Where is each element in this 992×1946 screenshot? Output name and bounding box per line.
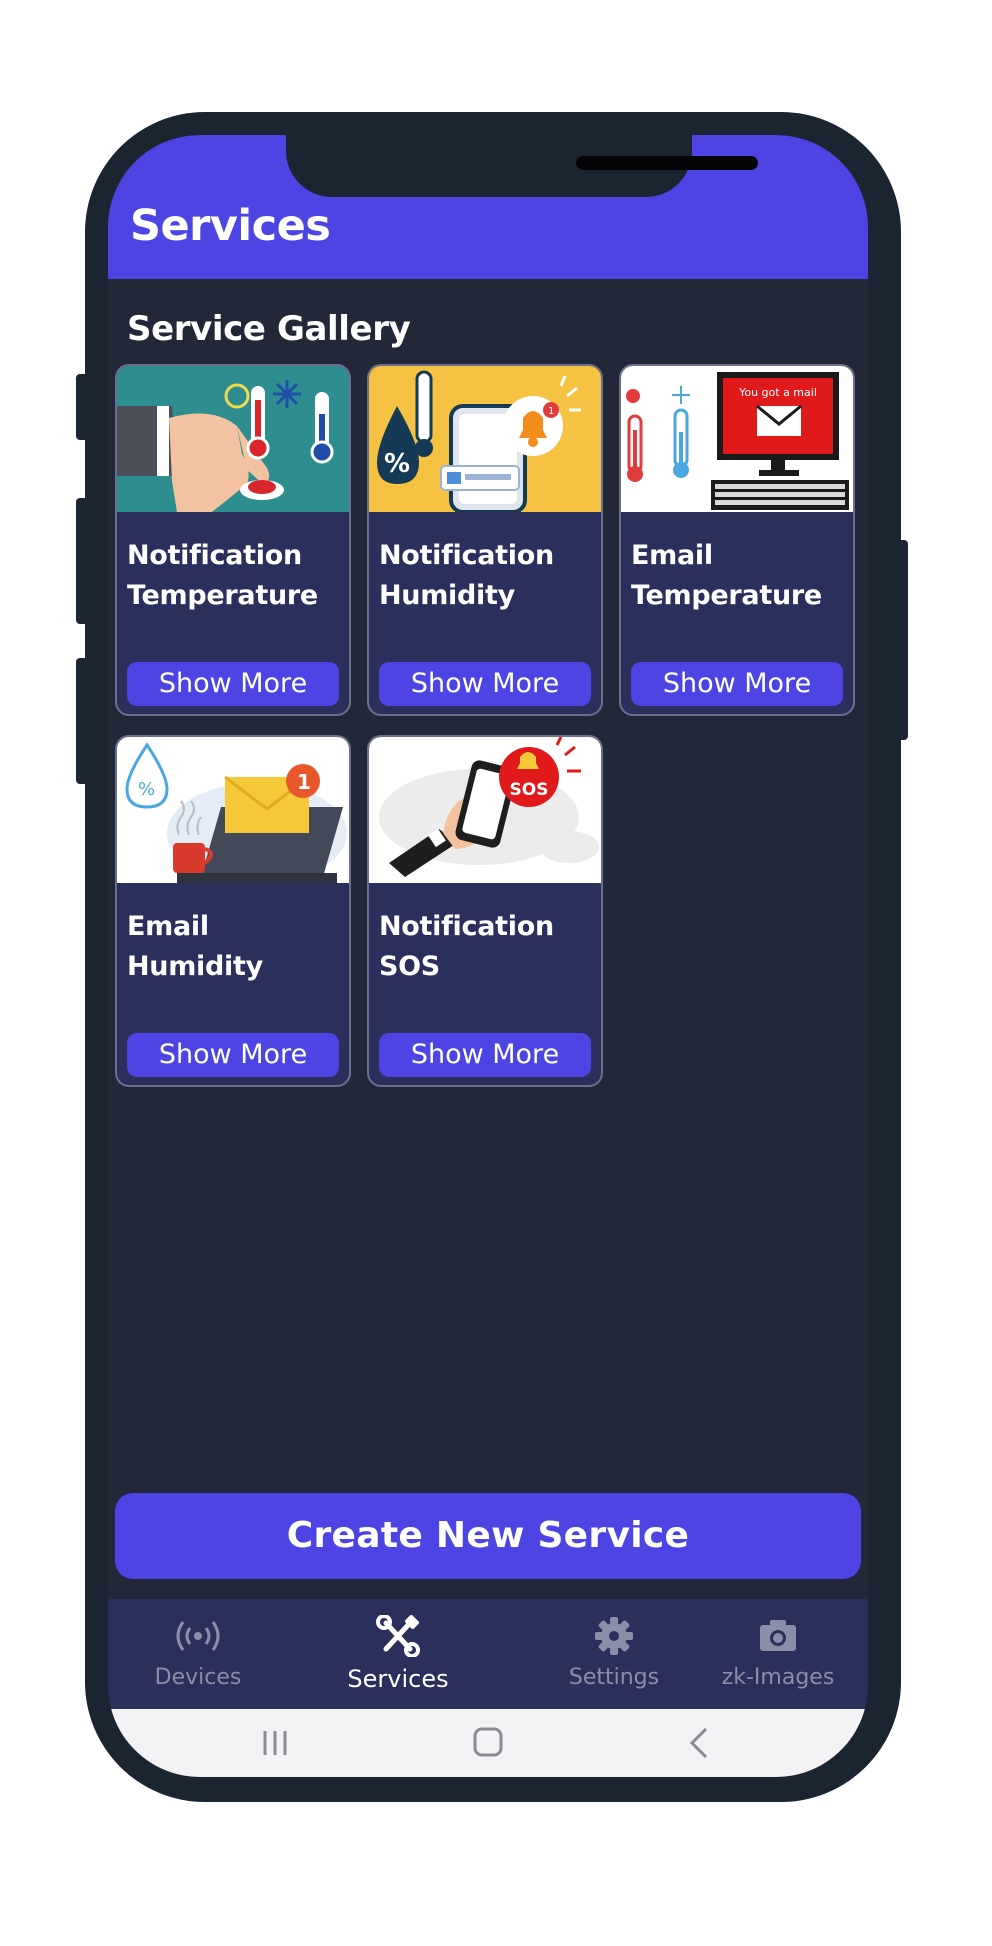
card-image-email-temperature: You got a mail [621, 366, 853, 512]
nav-item-services[interactable]: Services [308, 1599, 488, 1709]
volume-up-button [76, 498, 90, 624]
service-card-email-temperature[interactable]: You got a mail Email Temperature Show Mo… [619, 364, 855, 716]
volume-down-button [76, 658, 90, 784]
gear-icon [595, 1617, 633, 1655]
show-more-button[interactable]: Show More [127, 1033, 339, 1077]
system-navigation-bar [108, 1709, 868, 1777]
service-card-email-humidity[interactable]: % 1 Email Humidity Show More [115, 735, 351, 1087]
card-image-notification-humidity: % 1 [369, 366, 601, 512]
card-title: Email Temperature [631, 540, 822, 611]
nav-label: Services [347, 1665, 449, 1693]
show-more-button[interactable]: Show More [631, 662, 843, 706]
create-new-service-button[interactable]: Create New Service [115, 1493, 861, 1579]
bottom-navigation: Devices Services Settings zk-Images [108, 1599, 868, 1709]
show-more-button[interactable]: Show More [379, 1033, 591, 1077]
phone-screen: Services Service Gallery Notification Te… [108, 135, 868, 1777]
service-card-notification-humidity[interactable]: % 1 Notification Humidity Show More [367, 364, 603, 716]
svg-text:%: % [138, 779, 155, 800]
card-image-email-humidity: % 1 [117, 737, 349, 883]
page-title: Services [130, 201, 331, 251]
image-caption: SOS [510, 780, 549, 800]
svg-text:1: 1 [297, 770, 311, 794]
card-title: Notification Humidity [379, 540, 554, 611]
card-title: Notification SOS [379, 911, 554, 982]
image-caption: You got a mail [738, 386, 817, 399]
section-title: Service Gallery [127, 309, 411, 349]
nav-item-zk-images[interactable]: zk-Images [688, 1599, 868, 1709]
tools-icon [376, 1615, 420, 1657]
power-button [896, 540, 908, 740]
broadcast-icon [176, 1621, 220, 1651]
home-icon[interactable] [463, 1725, 513, 1761]
back-icon[interactable] [674, 1725, 724, 1761]
nav-item-devices[interactable]: Devices [108, 1599, 288, 1709]
card-image-notification-sos: SOS [369, 737, 601, 883]
show-more-button[interactable]: Show More [379, 662, 591, 706]
recent-apps-icon[interactable] [250, 1725, 300, 1761]
svg-text:%: % [384, 449, 410, 479]
card-title: Email Humidity [127, 911, 263, 982]
phone-notch [286, 135, 758, 197]
service-card-notification-temperature[interactable]: Notification Temperature Show More [115, 364, 351, 716]
show-more-button[interactable]: Show More [127, 662, 339, 706]
card-title: Notification Temperature [127, 540, 318, 611]
nav-label: Settings [568, 1665, 660, 1690]
service-card-notification-sos[interactable]: SOS Notification SOS Show More [367, 735, 603, 1087]
nav-item-settings[interactable]: Settings [524, 1599, 704, 1709]
svg-text:1: 1 [548, 406, 554, 417]
speaker-grille [576, 156, 758, 170]
nav-label: zk-Images [721, 1665, 835, 1690]
card-image-notification-temperature [117, 366, 349, 512]
nav-label: Devices [154, 1665, 242, 1690]
mute-switch [76, 374, 90, 440]
camera-icon [760, 1620, 796, 1651]
